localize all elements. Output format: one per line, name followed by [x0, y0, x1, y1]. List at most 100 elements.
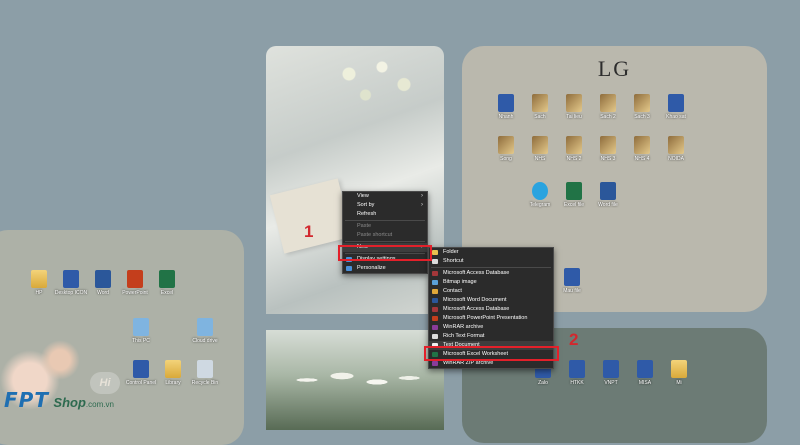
desktop-icon-label: Mi: [676, 380, 682, 386]
desktop-context-menu: View › Sort by › Refresh Paste Paste short…: [342, 191, 428, 274]
menu-separator: [345, 220, 425, 221]
submenu-item[interactable]: Shortcut: [429, 257, 553, 266]
bin-icon: [197, 360, 213, 378]
desktop-icon-label: Recycle Bin: [191, 380, 219, 386]
submenu-item[interactable]: Microsoft Access Database: [429, 305, 553, 314]
desktop-icon-label: Word: [97, 290, 109, 296]
logo-domain: .com.vn: [85, 400, 114, 409]
desktop-icon[interactable]: This PC: [118, 318, 164, 344]
logo-text: FPT: [4, 388, 49, 412]
desktop-icon-label: Excel file: [563, 202, 584, 208]
app-icon: [603, 360, 619, 378]
desktop-icon-label: Mau file: [563, 288, 581, 294]
submenu-item[interactable]: Microsoft PowerPoint Presentation: [429, 314, 553, 323]
desktop-icon[interactable]: Excel: [144, 270, 190, 296]
app-icon: [668, 94, 684, 112]
highlight-text-document: [424, 346, 559, 361]
folder-icon: [671, 360, 687, 378]
fpt-shop-logo: FPT Shop.com.vn: [4, 388, 114, 422]
desktop-icon-label: Telegram: [529, 202, 551, 208]
menu-item-paste[interactable]: Paste: [343, 222, 427, 231]
desktop-icon-label: Sach 3: [634, 114, 650, 120]
submenu-item[interactable]: Bitmap image: [429, 278, 553, 287]
book-icon: [498, 136, 514, 154]
book-icon: [532, 136, 548, 154]
chevron-right-icon: ›: [421, 202, 423, 208]
desktop-icon-label: Tai lieu: [566, 114, 582, 120]
blossom-decoration: [40, 340, 80, 380]
app-icon: [564, 268, 580, 286]
submenu-item[interactable]: WinRAR archive: [429, 323, 553, 332]
bitmap-icon: [432, 280, 438, 285]
menu-separator: [431, 267, 551, 268]
wallpaper-photo-bottom: [266, 330, 444, 430]
ppt-icon: [432, 316, 438, 321]
desktop-icon[interactable]: Recycle Bin: [182, 360, 228, 386]
desktop-icon-label: Sach 2: [600, 114, 616, 120]
book-icon: [566, 94, 582, 112]
desktop-icon-label: Zalo: [538, 380, 548, 386]
desktop-icon[interactable]: Cloud drive: [182, 318, 228, 344]
contact-icon: [432, 289, 438, 294]
folder-icon: [432, 250, 438, 255]
submenu-item[interactable]: Contact: [429, 287, 553, 296]
menu-item-sort-by[interactable]: Sort by ›: [343, 201, 427, 210]
book-icon: [600, 136, 616, 154]
excel-icon: [159, 270, 175, 288]
excel-icon: [566, 182, 582, 200]
rtf-icon: [432, 334, 438, 339]
desktop-icon[interactable]: Mau file: [549, 268, 595, 294]
word-icon: [95, 270, 111, 288]
menu-item-personalize[interactable]: Personalize: [343, 264, 427, 273]
chevron-right-icon: ›: [421, 193, 423, 199]
logo-shop: Shop: [53, 395, 86, 410]
app-icon: [63, 270, 79, 288]
pc-icon: [133, 318, 149, 336]
winrar-zip-icon: [432, 361, 438, 366]
access-icon: [432, 307, 438, 312]
menu-item-refresh[interactable]: Refresh: [343, 210, 427, 219]
desktop-icon[interactable]: NOIDA: [653, 136, 699, 162]
submenu-item[interactable]: Rich Text Format: [429, 332, 553, 341]
book-icon: [566, 136, 582, 154]
folder-icon: [165, 360, 181, 378]
desktop-icon[interactable]: Khao sat: [653, 94, 699, 120]
desktop-icon-label: Khao sat: [666, 114, 686, 120]
desktop-icon-label: Word file: [598, 202, 618, 208]
access-icon: [432, 271, 438, 276]
book-icon: [600, 94, 616, 112]
word-icon: [600, 182, 616, 200]
app-icon: [569, 360, 585, 378]
folder-icon: [31, 270, 47, 288]
desktop-icon-label: VNPT: [604, 380, 618, 386]
menu-item-view[interactable]: View ›: [343, 192, 427, 201]
app-icon: [637, 360, 653, 378]
submenu-item[interactable]: Microsoft Word Document: [429, 296, 553, 305]
desktop-icon-label: NHS 4: [634, 156, 650, 162]
ppt-icon: [127, 270, 143, 288]
panel-title: LG: [597, 56, 632, 81]
desktop-icon[interactable]: Mi: [656, 360, 702, 386]
winrar-icon: [432, 325, 438, 330]
desktop-icon-label: Nhanh: [498, 114, 514, 120]
submenu-item[interactable]: Folder: [429, 248, 553, 257]
desktop-icon-label: NHS 3: [600, 156, 616, 162]
desktop-icon-label: Library: [165, 380, 181, 386]
app-icon: [498, 94, 514, 112]
desktop-icon[interactable]: Word file: [585, 182, 631, 208]
desktop-icon-label: MISA: [638, 380, 652, 386]
app-icon: [133, 360, 149, 378]
book-icon: [532, 94, 548, 112]
desktop-icon-label: Excel: [160, 290, 174, 296]
menu-item-paste-shortcut[interactable]: Paste shortcut: [343, 231, 427, 240]
step-number-1: 1: [304, 222, 314, 241]
step-number-2: 2: [569, 330, 579, 349]
submenu-item[interactable]: Microsoft Access Database: [429, 269, 553, 278]
desktop-icon-label: HTKK: [570, 380, 584, 386]
desktop-icon-label: HP: [35, 290, 43, 296]
shortcut-icon: [432, 259, 438, 264]
desktop-icon-label: NHS: [534, 156, 546, 162]
desktop-icon-label: Cloud drive: [192, 338, 218, 344]
personalize-icon: [346, 266, 352, 271]
desktop-icon-label: NOIDA: [668, 156, 684, 162]
